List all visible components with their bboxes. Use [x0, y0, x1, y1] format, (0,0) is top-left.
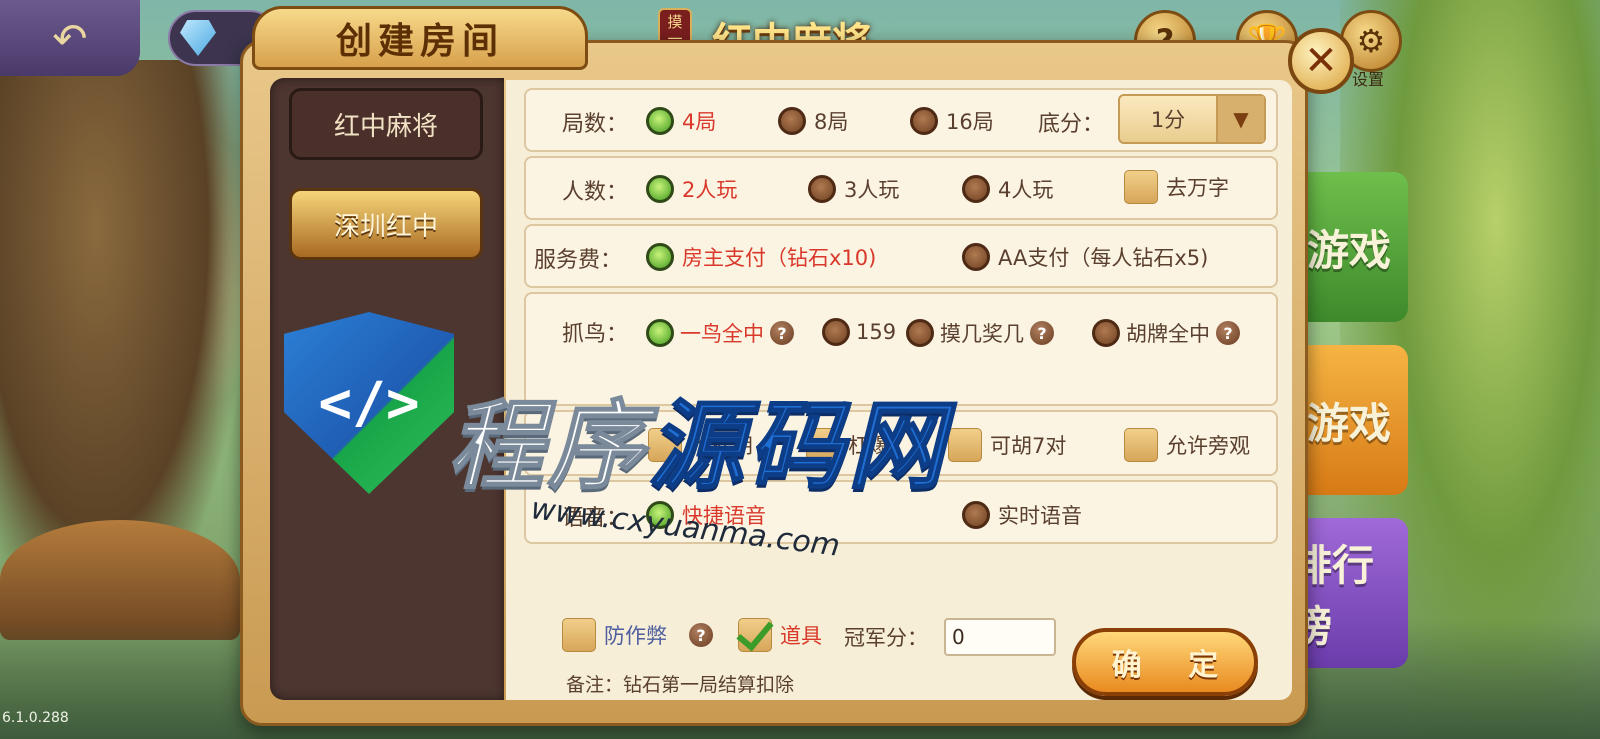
settings-label: 设置	[1352, 70, 1385, 89]
watermark-title-part1: 程序	[447, 389, 648, 503]
dialog-title: 创建房间	[252, 6, 588, 70]
bird-option-draw[interactable]: 摸几奖几 ?	[906, 318, 1054, 348]
option-label: 房主支付（钻石x10)	[682, 246, 877, 270]
champion-score-label: 冠军分：	[844, 626, 928, 650]
option-label: 允许旁观	[1166, 434, 1250, 458]
checkbox-icon	[562, 618, 596, 652]
fee-label: 服务费：	[534, 248, 623, 273]
gear-icon: ⚙	[1356, 22, 1386, 60]
watermark-title-part2: 源码网	[647, 389, 948, 503]
option-label: 8局	[814, 110, 849, 134]
back-button[interactable]: ↶	[0, 0, 140, 76]
remove-wan-checkbox[interactable]: 去万字	[1124, 170, 1229, 204]
option-label: 4局	[682, 110, 717, 134]
champion-score-input[interactable]	[944, 618, 1056, 656]
option-label: 道具	[780, 624, 822, 648]
radio-icon	[906, 319, 934, 347]
question-icon[interactable]: ?	[689, 623, 713, 647]
side-button-label: 游戏	[1306, 225, 1391, 275]
rounds-label: 局数：	[562, 112, 629, 137]
checkbox-icon	[1124, 170, 1158, 204]
bird-option-159[interactable]: 159	[822, 318, 896, 346]
tab-label: 深圳红中	[333, 211, 438, 242]
radio-icon	[962, 175, 990, 203]
radio-icon	[910, 107, 938, 135]
extra-allow-spectate[interactable]: 允许旁观	[1124, 428, 1250, 462]
option-label: 4人玩	[998, 178, 1054, 202]
base-score-label: 底分：	[1038, 112, 1105, 137]
chevron-down-icon: ▼	[1216, 96, 1264, 142]
tab-hongzhong-mahjong[interactable]: 红中麻将	[289, 88, 483, 160]
close-button[interactable]: ✕	[1288, 28, 1354, 94]
rounds-option-8[interactable]: 8局	[778, 106, 848, 136]
radio-selected-icon	[646, 175, 674, 203]
radio-icon	[778, 107, 806, 135]
tab-label: 红中麻将	[333, 111, 438, 142]
checkbox-checked-icon	[738, 618, 772, 652]
option-label: 可胡7对	[990, 434, 1067, 458]
option-label: 159	[856, 320, 897, 344]
anti-cheat-checkbox[interactable]: 防作弊 ?	[562, 618, 713, 652]
base-score-select[interactable]: 1分 ▼	[1118, 94, 1266, 144]
voice-option-realtime[interactable]: 实时语音	[962, 500, 1082, 530]
option-label: 胡牌全中	[1126, 322, 1210, 346]
question-icon[interactable]: ?	[1216, 321, 1240, 345]
players-label: 人数：	[562, 180, 629, 205]
option-label: 去万字	[1166, 176, 1229, 200]
side-button-label: 游戏	[1306, 398, 1391, 448]
rounds-option-4[interactable]: 4局	[646, 106, 716, 136]
option-label: 一鸟全中	[680, 322, 764, 346]
option-label: 防作弊	[604, 624, 667, 648]
radio-selected-icon	[646, 107, 674, 135]
checkbox-icon	[1124, 428, 1158, 462]
checkbox-icon	[948, 428, 982, 462]
version-text: 6.1.0.288	[2, 710, 69, 726]
radio-icon	[962, 243, 990, 271]
note-text: 备注：钻石第一局结算扣除	[566, 674, 795, 696]
players-option-2[interactable]: 2人玩	[646, 174, 737, 204]
radio-icon	[808, 175, 836, 203]
radio-selected-icon	[646, 319, 674, 347]
question-icon[interactable]: ?	[770, 321, 794, 345]
option-label: AA支付（每人钻石x5)	[998, 246, 1209, 270]
diamond-icon	[180, 20, 216, 56]
radio-icon	[1092, 319, 1120, 347]
radio-icon	[822, 318, 850, 346]
option-label: 摸几奖几	[940, 322, 1024, 346]
option-label: 2人玩	[682, 178, 738, 202]
players-option-4[interactable]: 4人玩	[962, 174, 1053, 204]
watermark-shield-text: </>	[318, 370, 420, 436]
watermark-title: 程序源码网	[447, 368, 948, 507]
players-option-3[interactable]: 3人玩	[808, 174, 899, 204]
props-checkbox[interactable]: 道具	[738, 618, 822, 652]
option-label: 3人玩	[844, 178, 900, 202]
bird-option-all[interactable]: 一鸟全中 ?	[646, 318, 794, 348]
radio-selected-icon	[646, 243, 674, 271]
bird-option-win[interactable]: 胡牌全中 ?	[1092, 318, 1240, 348]
radio-icon	[962, 501, 990, 529]
back-arrow-icon: ↶	[52, 13, 88, 63]
option-label: 实时语音	[998, 504, 1082, 528]
base-score-value: 1分	[1150, 108, 1186, 132]
tab-shenzhen-hongzhong[interactable]: 深圳红中	[289, 188, 483, 260]
bird-label: 抓鸟：	[562, 322, 629, 347]
extra-seven-pairs[interactable]: 可胡7对	[948, 428, 1066, 462]
rounds-option-16[interactable]: 16局	[910, 106, 994, 136]
option-label: 16局	[946, 110, 994, 134]
fee-option-owner[interactable]: 房主支付（钻石x10)	[646, 242, 876, 272]
confirm-button[interactable]: 确 定	[1072, 628, 1258, 696]
fee-option-aa[interactable]: AA支付（每人钻石x5)	[962, 242, 1208, 272]
close-icon: ✕	[1304, 38, 1338, 84]
question-icon[interactable]: ?	[1030, 321, 1054, 345]
